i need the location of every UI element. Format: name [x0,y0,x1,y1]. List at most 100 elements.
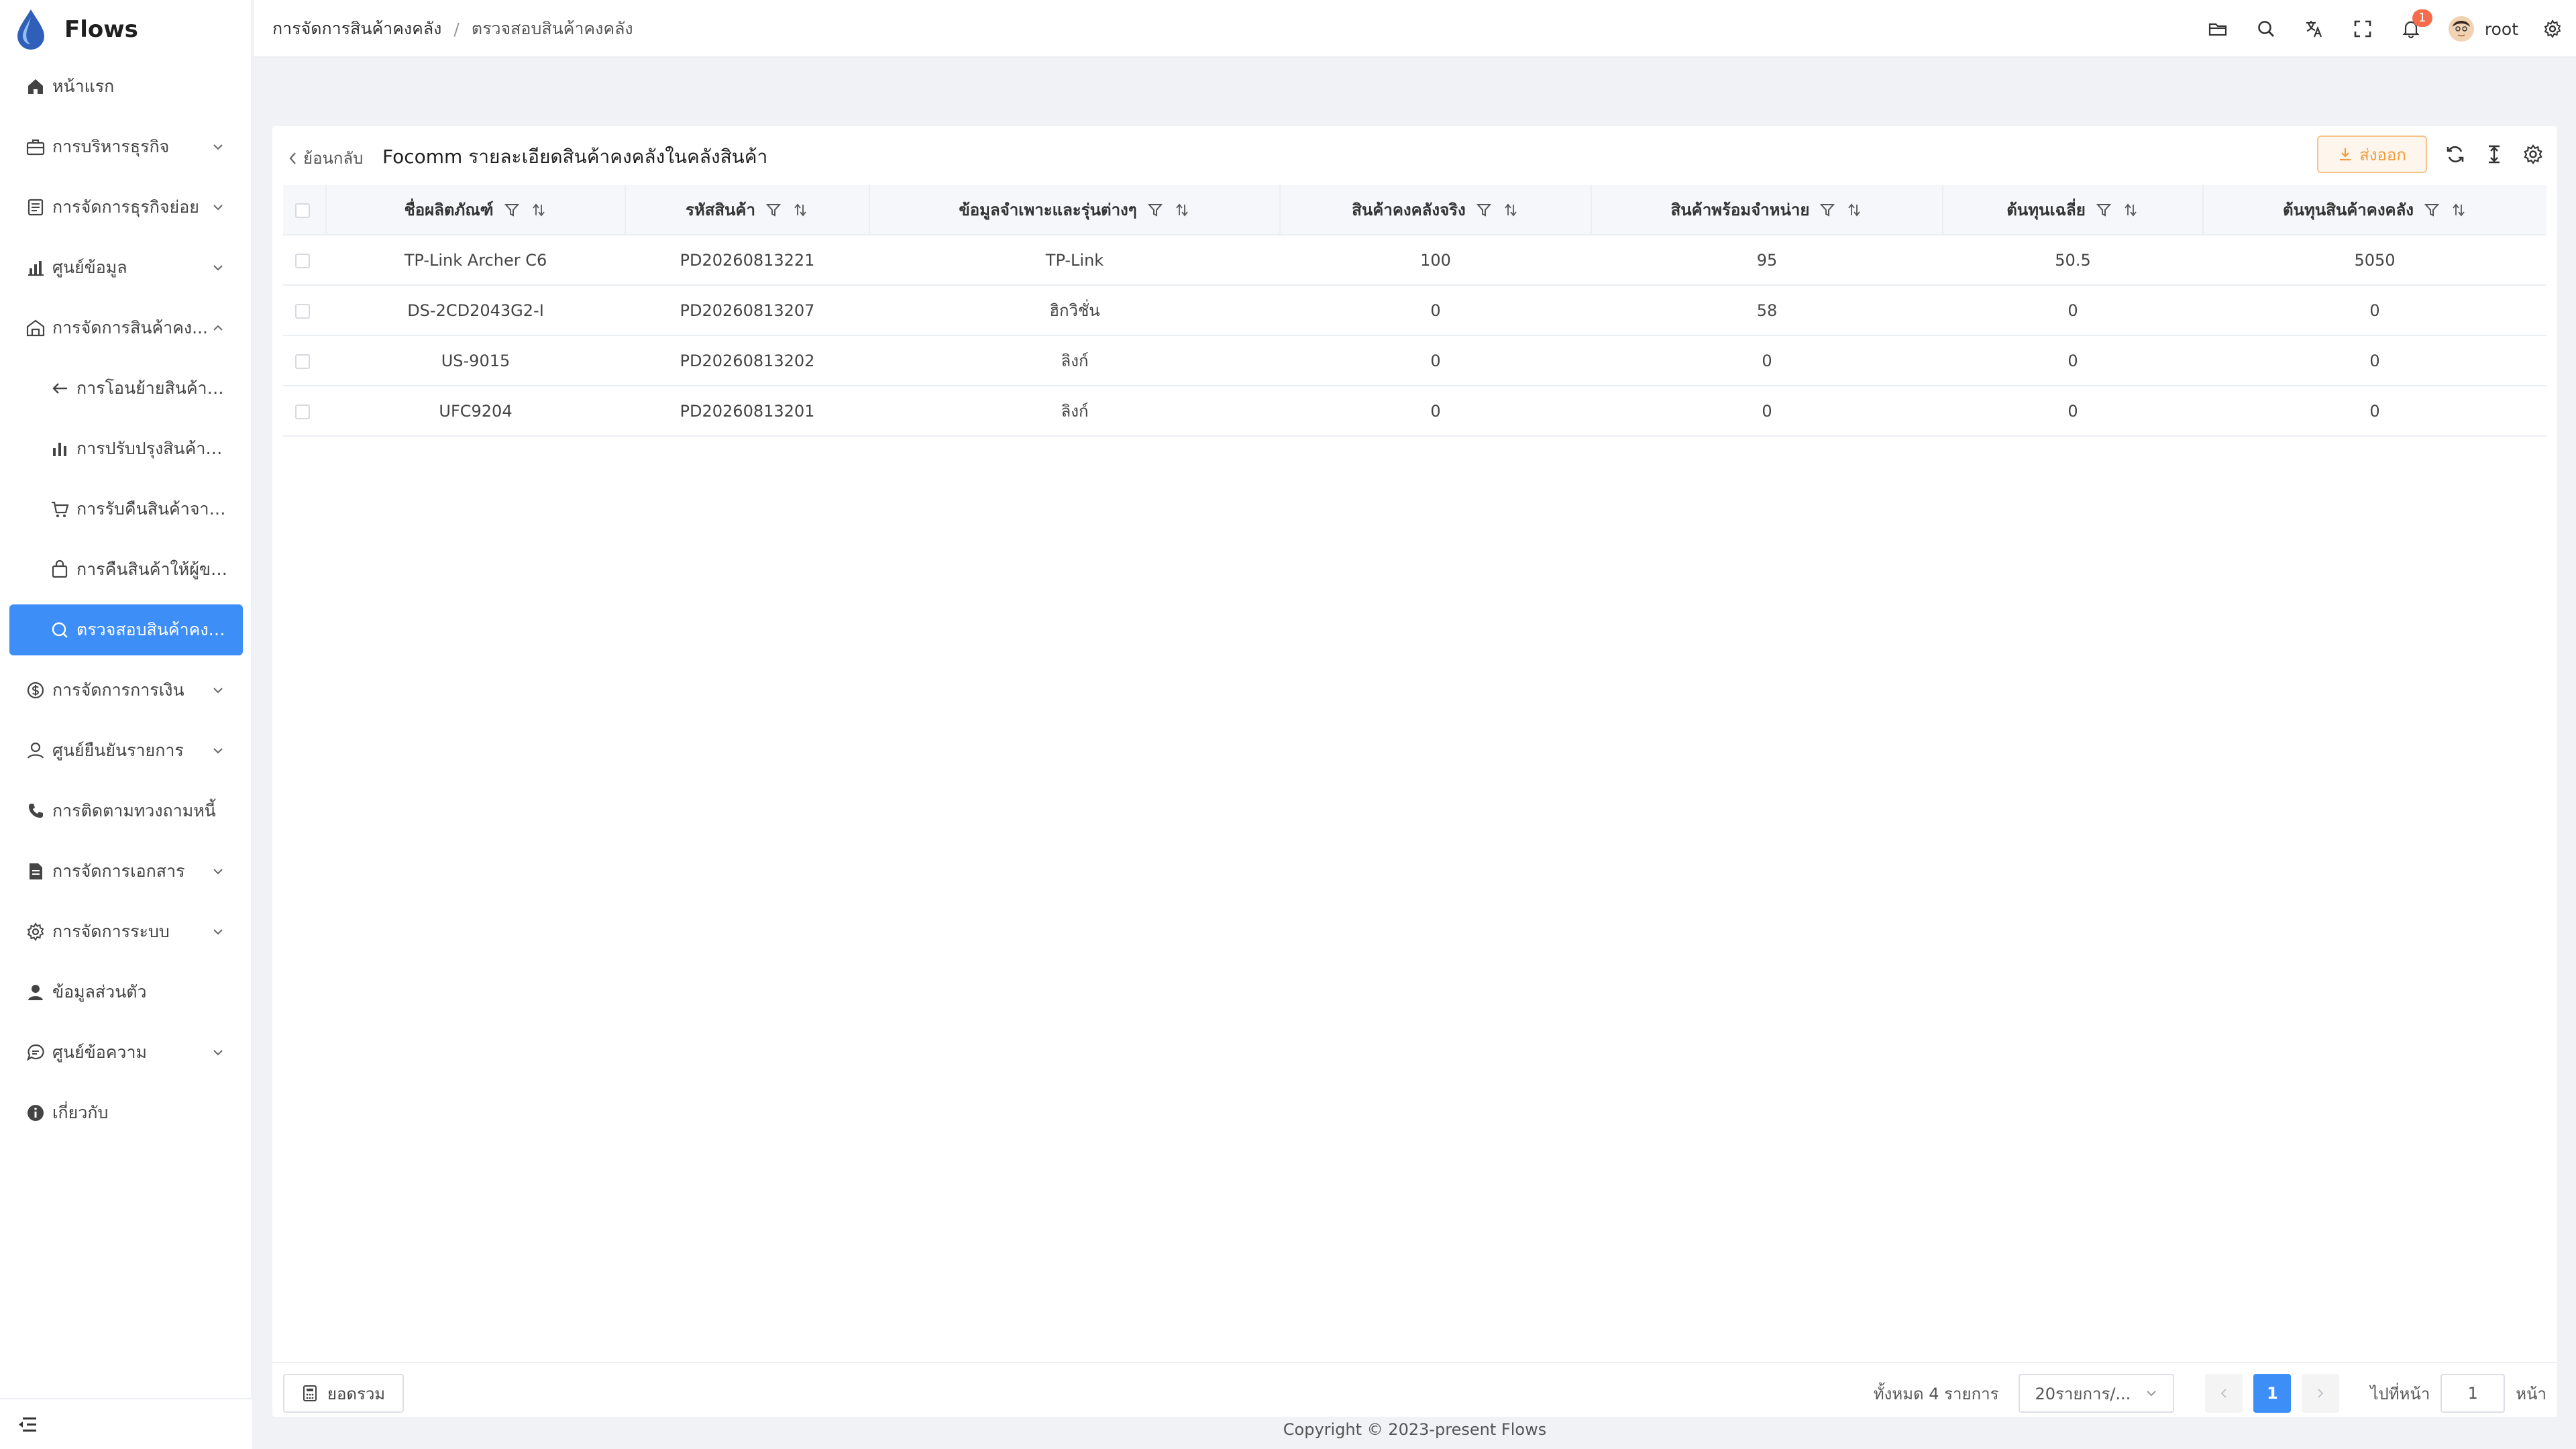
sidebar-item[interactable]: การจัดการการเงิน [0,660,252,720]
table-cell: UFC9204 [326,386,625,437]
table-cell: PD20260813201 [625,386,869,437]
sidebar-item-label: ตรวจสอบสินค้าคงคลัง [76,620,228,639]
user-menu[interactable]: root [2448,16,2518,42]
language-button[interactable] [2290,0,2339,58]
table-cell: TP-Link Archer C6 [326,235,625,286]
column-header-label: สินค้าคงคลังจริง [1352,201,1466,219]
column-header: ต้นทุนสินค้าคงคลัง [2203,185,2546,235]
cart-icon [50,499,70,519]
settings-button[interactable] [2536,0,2569,58]
total-count: ทั้งหมด 4 รายการ [1873,1384,1999,1403]
filter-icon[interactable] [1475,201,1493,219]
table-cell: 0 [1943,335,2203,386]
sidebar-item[interactable]: หน้าแรก [0,56,252,117]
sidebar-item[interactable]: การจัดการธุรกิจย่อย [0,177,252,237]
table-row[interactable]: UFC9204 PD20260813201 ลิงก์ 0 0 0 0 [283,386,2546,437]
sidebar-item[interactable]: การจัดการสินค้าคง... [0,298,252,358]
sidebar-item-label: การบริหารธุรกิจ [52,137,170,156]
table-settings-icon[interactable] [2522,144,2544,165]
warehouse-icon [25,318,46,338]
folder-button[interactable] [2194,0,2242,58]
sidebar-item[interactable]: เกี่ยวกับ [0,1083,252,1143]
search-button[interactable] [2242,0,2290,58]
sidebar-item-label: การจัดการสินค้าคง... [52,318,208,337]
goto-label: ไปที่หน้า [2370,1384,2430,1403]
page-size-value: 20รายการ/... [2035,1384,2131,1403]
sidebar-item-label: การโอนย้ายสินค้าค... [76,378,228,398]
app-name: Flows [64,16,138,43]
sidebar-item[interactable]: ตรวจสอบสินค้าคงคลัง [9,604,243,655]
sort-icon[interactable] [792,201,809,219]
filter-icon[interactable] [1146,201,1164,219]
filter-icon[interactable] [2095,201,2112,219]
logo[interactable]: Flows [13,8,138,51]
calculator-icon [303,1385,317,1401]
sort-icon[interactable] [1845,201,1863,219]
row-checkbox[interactable] [295,404,310,419]
column-header: ชื่อผลิตภัณฑ์ [326,185,626,235]
sidebar-item[interactable]: การโอนย้ายสินค้าค... [0,358,252,419]
breadcrumb-item[interactable]: การจัดการสินค้าคงคลัง [272,15,441,42]
avatar [2448,16,2474,42]
table-cell: PD20260813221 [625,235,869,286]
search-icon [2258,21,2274,37]
chevron-down-icon [211,260,225,275]
filter-icon[interactable] [2423,201,2440,219]
sidebar-item[interactable]: ศูนย์ข้อมูล [0,237,252,298]
column-height-icon[interactable] [2483,144,2505,165]
next-page-button[interactable] [2302,1374,2340,1413]
sort-icon[interactable] [530,201,547,219]
sidebar-item[interactable]: ศูนย์ข้อความ [0,1022,252,1083]
table-cell: PD20260813207 [625,285,869,336]
filter-icon[interactable] [765,201,782,219]
fullscreen-button[interactable] [2339,0,2387,58]
sidebar-item-label: การปรับปรุงสินค้าค... [76,439,228,458]
prev-page-button[interactable] [2205,1374,2243,1413]
sidebar-item[interactable]: การรับคืนสินค้าจาก... [0,479,252,539]
filter-icon[interactable] [503,201,521,219]
chat-icon [25,1042,46,1063]
table-cell: 0 [1280,335,1591,386]
page-number-button[interactable]: 1 [2253,1374,2292,1413]
fullscreen-icon [2354,20,2371,38]
summary-button[interactable]: ยอดรวม [283,1374,404,1413]
refresh-icon[interactable] [2445,144,2466,165]
briefcase-icon [25,137,46,157]
sidebar-item[interactable]: การปรับปรุงสินค้าค... [0,419,252,479]
goto-page-input[interactable] [2440,1374,2506,1413]
sidebar-item[interactable]: ศูนย์ยืนยันรายการ [0,720,252,781]
back-button[interactable]: ย้อนกลับ [287,145,363,171]
chevron-down-icon [211,743,225,758]
sidebar-collapse-button[interactable] [0,1398,252,1449]
sidebar-item[interactable]: ข้อมูลส่วนตัว [0,962,252,1022]
sidebar-item[interactable]: การคืนสินค้าให้ผู้ขาย [0,539,252,600]
sort-icon[interactable] [2450,201,2467,219]
table-cell: 5050 [2203,235,2546,286]
table-row[interactable]: DS-2CD2043G2-I PD20260813207 ฮิกวิชั่น 0 58 0… [283,285,2546,336]
row-checkbox[interactable] [295,253,310,268]
row-checkbox[interactable] [295,354,310,369]
sidebar-item-label: การจัดการธุรกิจย่อย [52,197,199,217]
sidebar-item[interactable]: การจัดการระบบ [0,902,252,962]
page-size-select[interactable]: 20รายการ/... [2019,1374,2175,1413]
sort-icon[interactable] [2122,201,2139,219]
export-button[interactable]: ส่งออก [2317,136,2427,173]
file-icon [25,861,46,881]
row-checkbox[interactable] [295,303,310,319]
table-row[interactable]: TP-Link Archer C6 PD20260813221 TP-Link 100… [283,235,2546,286]
sort-icon[interactable] [1502,201,1519,219]
sidebar-item[interactable]: การจัดการเอกสาร [0,841,252,902]
sort-icon[interactable] [1173,201,1191,219]
sidebar-item-label: การจัดการระบบ [52,922,170,941]
sidebar-item-label: เกี่ยวกับ [52,1103,109,1122]
row-select-cell [283,335,326,386]
column-header: สินค้าคงคลังจริง [1280,185,1592,235]
sidebar-item[interactable]: การติดตามทวงถามหนี้ [0,781,252,841]
filter-icon[interactable] [1819,201,1836,219]
sidebar-item[interactable]: การบริหารธุรกิจ [0,117,252,177]
column-header: รหัสสินค้า [625,185,870,235]
table-row[interactable]: US-9015 PD20260813202 ลิงก์ 0 0 0 0 [283,335,2546,386]
select-all-checkbox[interactable] [295,203,310,218]
sidebar-item-label: ศูนย์ข้อมูล [52,258,127,277]
notification-button[interactable]: 1 [2387,0,2435,58]
